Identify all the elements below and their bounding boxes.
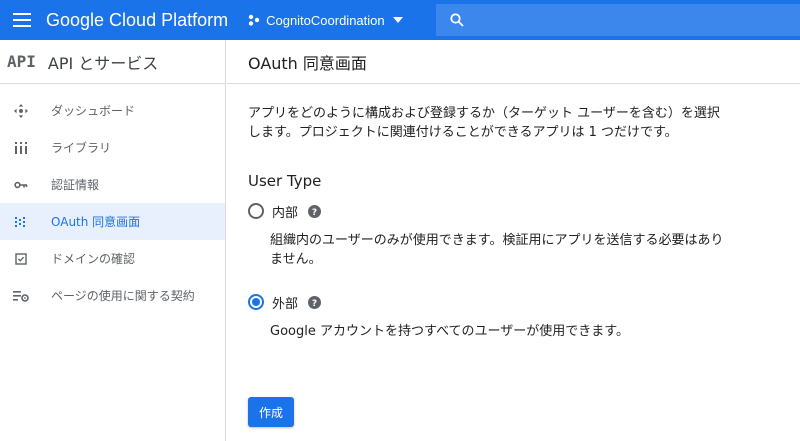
page-header: OAuth 同意画面: [227, 40, 800, 84]
sidebar-nav: ダッシュボード ライブラリ 認証情報 OAuth 同意画面 ドメインの確認 ペー…: [0, 84, 225, 314]
external-description: Google アカウントを持つすべてのユーザーが使用できます。: [270, 324, 629, 339]
internal-radio[interactable]: [248, 203, 264, 219]
svg-text:?: ?: [312, 208, 317, 218]
sidebar: API API とサービス ダッシュボード ライブラリ 認証情報 OAuth 同…: [0, 40, 226, 441]
user-type-option-internal: 内部 ? 組織内のユーザーのみが使用できます。検証用にアプリを送信する必要はあり…: [248, 200, 747, 269]
project-name: CognitoCoordination: [266, 12, 385, 28]
sidebar-item-label: ドメインの確認: [51, 252, 136, 266]
sidebar-item-credentials[interactable]: 認証情報: [0, 166, 225, 203]
help-icon[interactable]: ?: [308, 295, 322, 309]
api-logo: API: [7, 52, 36, 71]
oauth-consent-icon: [13, 214, 29, 230]
key-icon: [13, 177, 29, 193]
sidebar-item-oauth-consent[interactable]: OAuth 同意画面: [0, 203, 225, 240]
help-icon[interactable]: ?: [308, 204, 322, 218]
brand-title[interactable]: Google Cloud Platform: [46, 10, 228, 31]
sidebar-item-domain-verification[interactable]: ドメインの確認: [0, 240, 225, 277]
hamburger-menu-icon[interactable]: [0, 0, 44, 40]
sidebar-item-page-usage-agreements[interactable]: ページの使用に関する契約: [0, 277, 225, 314]
sidebar-item-label: ライブラリ: [51, 141, 112, 155]
checkbox-icon: [13, 251, 29, 267]
radio-selected-dot: [252, 298, 260, 306]
project-icon: [248, 14, 260, 26]
svg-text:?: ?: [312, 299, 317, 309]
dashboard-icon: [13, 103, 29, 119]
user-type-heading: User Type: [248, 172, 322, 190]
sidebar-title: API とサービス: [47, 53, 159, 73]
sidebar-item-label: OAuth 同意画面: [51, 215, 141, 229]
consent-form: アプリをどのように構成および登録するか（ターゲット ユーザーを含む）を選択します…: [227, 84, 747, 341]
external-label[interactable]: 外部: [272, 293, 298, 312]
search-bar[interactable]: [436, 4, 800, 36]
chevron-down-icon: [392, 17, 403, 23]
sidebar-item-library[interactable]: ライブラリ: [0, 129, 225, 166]
sidebar-item-label: ページの使用に関する契約: [51, 289, 195, 303]
search-icon: [450, 13, 464, 27]
sidebar-item-label: ダッシュボード: [51, 104, 136, 118]
sidebar-item-dashboard[interactable]: ダッシュボード: [0, 92, 225, 129]
sidebar-header: API API とサービス: [0, 40, 225, 84]
user-type-option-external: 外部 ? Google アカウントを持つすべてのユーザーが使用できます。: [248, 291, 747, 341]
internal-description: 組織内のユーザーのみが使用できます。検証用にアプリを送信する必要はありません。: [270, 233, 724, 267]
page-title: OAuth 同意画面: [248, 53, 367, 73]
settings-list-icon: [13, 288, 29, 304]
sidebar-item-label: 認証情報: [51, 178, 100, 192]
top-app-bar: Google Cloud Platform CognitoCoordinatio…: [0, 0, 800, 40]
internal-label[interactable]: 内部: [272, 202, 298, 221]
create-button[interactable]: 作成: [248, 397, 294, 427]
main-content: OAuth 同意画面 アプリをどのように構成および登録するか（ターゲット ユーザ…: [227, 40, 800, 441]
project-selector[interactable]: CognitoCoordination: [248, 0, 403, 40]
library-icon: [13, 140, 29, 156]
page-description: アプリをどのように構成および登録するか（ターゲット ユーザーを含む）を選択します…: [248, 106, 720, 140]
external-radio[interactable]: [248, 294, 264, 310]
